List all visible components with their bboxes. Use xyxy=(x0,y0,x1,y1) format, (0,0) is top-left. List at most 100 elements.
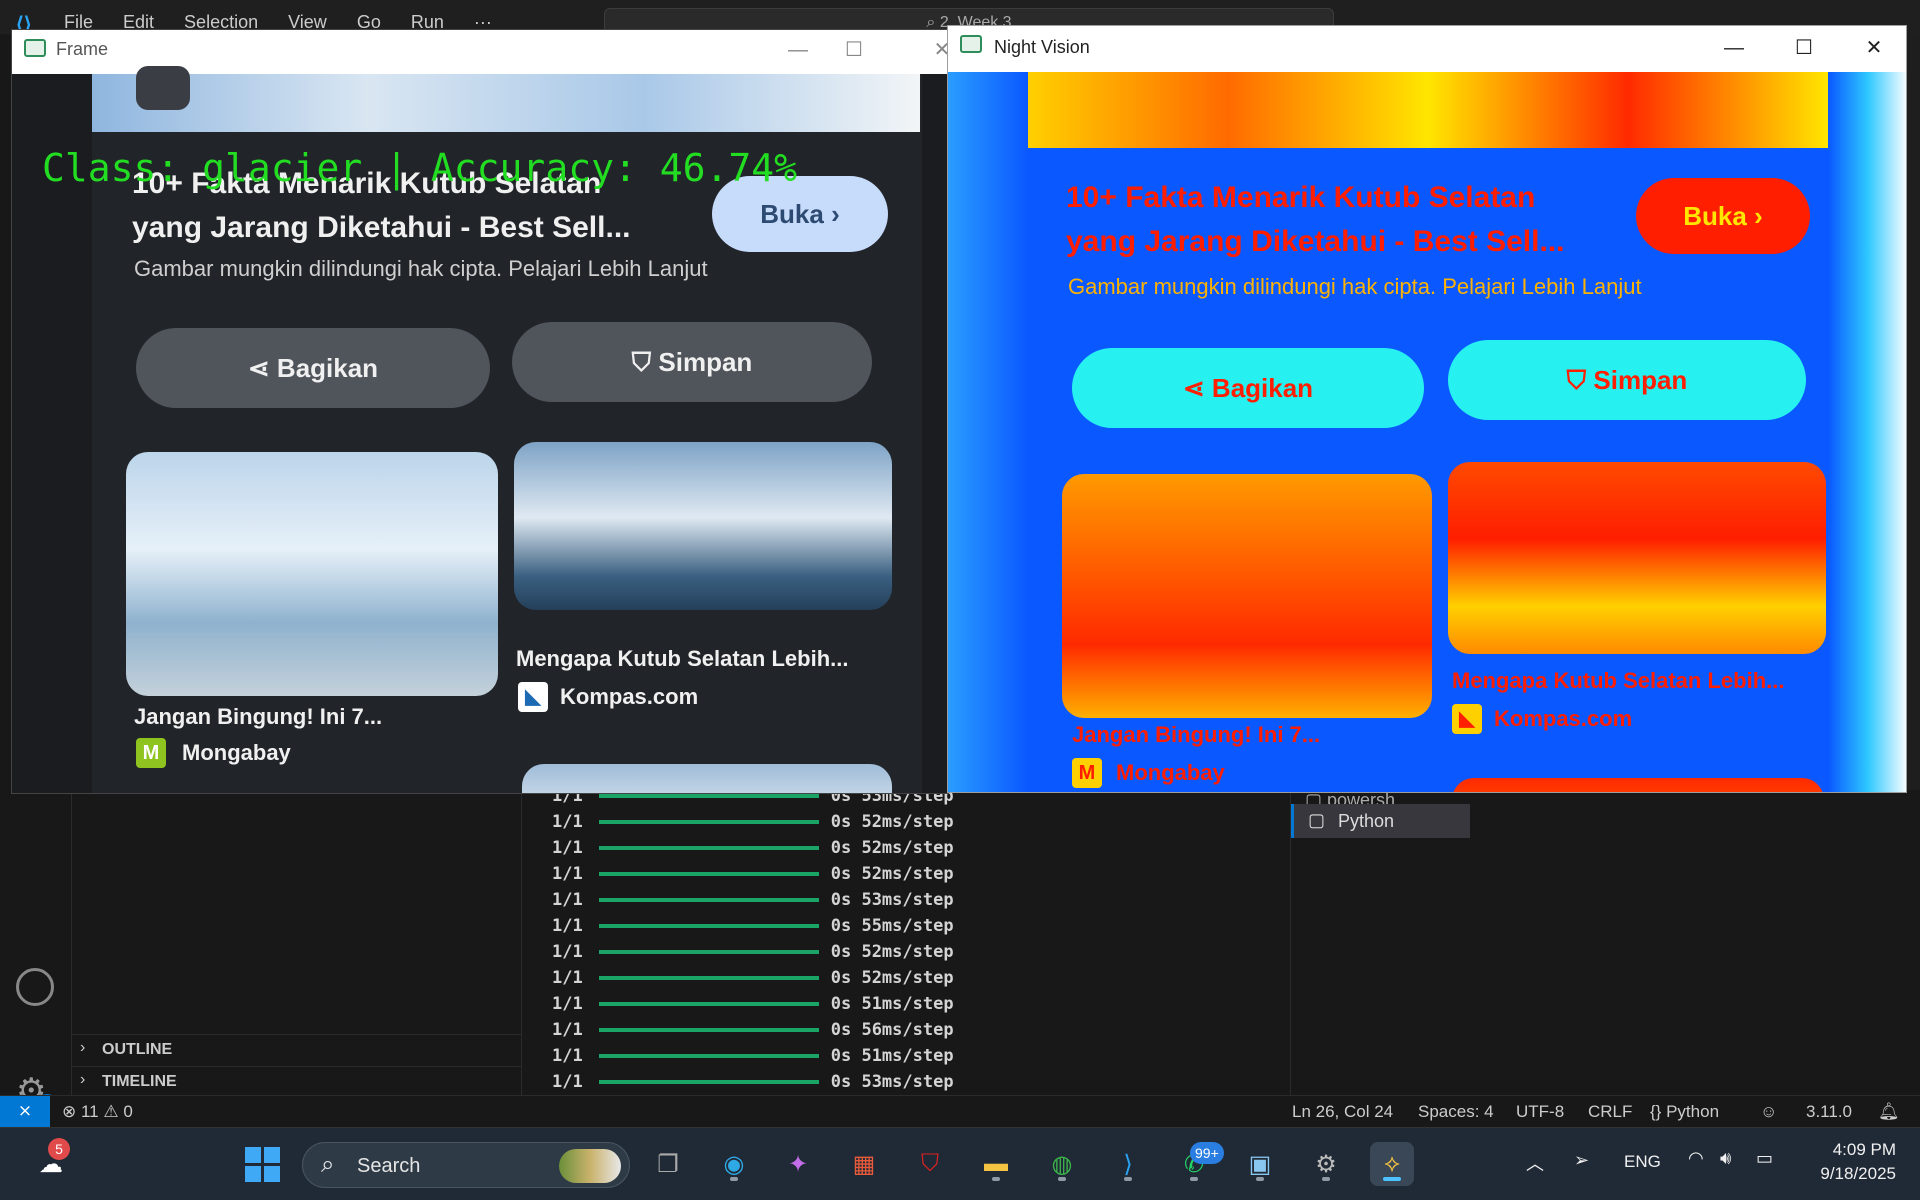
terminal-rate: 53ms/step xyxy=(861,890,954,910)
terminal-line: 1/1 0s 53ms/step xyxy=(552,890,954,916)
night-save-button[interactable]: ⛉ Simpan xyxy=(1448,340,1806,420)
timeline-section[interactable]: › TIMELINE xyxy=(72,1066,522,1096)
frame-save-button[interactable]: ⛉ Simpan xyxy=(512,322,872,402)
battery-icon[interactable]: ▭ xyxy=(1756,1148,1773,1169)
terminal-line: 1/1 0s 52ms/step xyxy=(552,838,954,864)
terminal-time: 0s xyxy=(830,968,852,988)
progress-bar xyxy=(598,898,819,902)
night-vision-window[interactable]: Night Vision — ☐ ✕ 10+ Fakta Menarik Kut… xyxy=(947,25,1907,793)
terminal-rate: 55ms/step xyxy=(861,916,954,936)
terminal-rate: 52ms/step xyxy=(861,838,954,858)
frame-share-button[interactable]: ⋖ Bagikan xyxy=(136,328,490,408)
terminal-item-python[interactable]: ▢ Python xyxy=(1291,804,1471,838)
night-glacier-thumb-2[interactable] xyxy=(1448,462,1826,654)
remote-icon[interactable]: ⨯ xyxy=(0,1096,50,1128)
language-mode[interactable]: {} Python xyxy=(1650,1102,1719,1122)
python-interpreter[interactable]: 3.11.0 xyxy=(1806,1102,1852,1122)
frame-card1-source: Mongabay xyxy=(182,740,291,765)
kompas-logo-icon: ◣ xyxy=(518,682,548,712)
clock[interactable]: 4:09 PM 9/18/2025 xyxy=(1808,1140,1896,1184)
task-view-icon[interactable]: ❐ xyxy=(646,1142,690,1186)
close-icon[interactable]: ✕ xyxy=(1846,28,1902,70)
start-windows-icon[interactable] xyxy=(240,1142,284,1186)
close-icon[interactable]: ✕ xyxy=(914,30,948,72)
copilot-icon[interactable]: ☺ xyxy=(1760,1102,1777,1122)
warning-icon: ⚠ xyxy=(103,1102,124,1121)
mcafee-icon[interactable]: ⛉ xyxy=(908,1142,952,1186)
share-label: Bagikan xyxy=(276,353,379,383)
cursor-position[interactable]: Ln 26, Col 24 xyxy=(1292,1102,1393,1122)
frame-glacier-thumb-3[interactable] xyxy=(522,764,892,793)
night-edge-right xyxy=(1828,72,1906,792)
timeline-label: TIMELINE xyxy=(102,1073,177,1090)
terminal-rate: 56ms/step xyxy=(861,1020,954,1040)
terminal-time: 0s xyxy=(830,812,852,832)
progress-bar xyxy=(598,872,819,876)
night-card1-caption: Jangan Bingung! Ini 7... xyxy=(1072,722,1321,747)
taskbar-search-box[interactable]: ⌕ Search xyxy=(302,1142,630,1188)
chevron-up-icon[interactable]: ︿ xyxy=(1526,1150,1544,1176)
progress-bar xyxy=(598,950,819,954)
terminal-time: 0s xyxy=(830,864,852,884)
night-glacier-thumb-3[interactable] xyxy=(1452,778,1824,792)
terminal-time: 0s xyxy=(830,1072,852,1092)
account-icon[interactable] xyxy=(16,968,54,1006)
chevron-right-icon: › xyxy=(80,1071,86,1088)
snipping-tool-icon[interactable]: ▣ xyxy=(1238,1142,1282,1186)
night-open-button[interactable]: Buka › xyxy=(1636,178,1810,254)
frame-window-title: Frame xyxy=(56,39,109,59)
maximize-icon[interactable]: ☐ xyxy=(826,30,882,72)
volume-icon[interactable]: 🔊︎ xyxy=(1720,1148,1731,1169)
search-label: Search xyxy=(357,1155,421,1177)
language-label: Python xyxy=(1666,1102,1720,1121)
night-vision-titlebar[interactable]: Night Vision — ☐ ✕ xyxy=(948,26,1906,72)
microsoft-store-icon[interactable]: ▦ xyxy=(842,1142,886,1186)
minimize-icon[interactable]: — xyxy=(1706,28,1762,70)
input-language[interactable]: ENG xyxy=(1624,1152,1661,1172)
wifi-icon[interactable]: ◠ xyxy=(1688,1148,1704,1169)
terminal-step: 1/1 xyxy=(552,1046,583,1066)
maximize-icon[interactable]: ☐ xyxy=(1776,28,1832,70)
night-card2-source: Kompas.com xyxy=(1494,706,1633,731)
night-share-button[interactable]: ⋖ Bagikan xyxy=(1072,348,1424,428)
error-count: 11 xyxy=(80,1102,99,1121)
whatsapp-badge: 99+ xyxy=(1190,1142,1224,1164)
frame-window[interactable]: Frame — ☐ ✕ 10+ Fakta Menarik Kutub Sela… xyxy=(11,29,949,794)
file-explorer-icon[interactable]: ▬ xyxy=(974,1142,1018,1186)
edge-icon[interactable]: ◉ xyxy=(712,1142,756,1186)
terminal-step: 1/1 xyxy=(552,942,583,962)
chrome-icon[interactable]: ◍ xyxy=(1040,1142,1084,1186)
search-highlight-icon xyxy=(559,1149,621,1183)
encoding[interactable]: UTF-8 xyxy=(1516,1102,1564,1122)
frame-glacier-thumb-1[interactable] xyxy=(126,452,498,696)
status-bar: ⨯ ⊗ 11 ⚠ 0 Ln 26, Col 24 Spaces: 4 UTF-8… xyxy=(0,1095,1920,1128)
location-arrow-icon[interactable]: ➢ xyxy=(1574,1150,1589,1171)
progress-bar xyxy=(598,1002,819,1006)
chevron-right-icon: › xyxy=(80,1039,86,1056)
terminal-step: 1/1 xyxy=(552,890,583,910)
terminal-time: 0s xyxy=(830,1046,852,1066)
line-ending[interactable]: CRLF xyxy=(1588,1102,1632,1122)
vscode-app-icon[interactable]: ⟩ xyxy=(1106,1142,1150,1186)
copilot-app-icon[interactable]: ✦ xyxy=(776,1142,820,1186)
notifications-bell-icon[interactable]: 🔔︎ xyxy=(1878,1102,1900,1122)
braces-icon: {} xyxy=(1650,1102,1667,1121)
terminal-line: 1/1 0s 56ms/step xyxy=(552,1020,954,1046)
opencv-window-icon xyxy=(24,39,46,57)
night-glacier-thumb-1[interactable] xyxy=(1062,474,1432,718)
error-icon: ⊗ xyxy=(62,1102,81,1121)
problems-indicator[interactable]: ⊗ 11 ⚠ 0 xyxy=(62,1102,133,1122)
indentation[interactable]: Spaces: 4 xyxy=(1418,1102,1494,1122)
settings-gear-icon[interactable]: ⚙ xyxy=(1304,1142,1348,1186)
lens-icon xyxy=(136,66,190,110)
share-label: Bagikan xyxy=(1211,373,1314,403)
outline-section[interactable]: › OUTLINE xyxy=(72,1034,522,1064)
share-icon: ⋖ xyxy=(247,353,277,383)
frame-camera-view: 10+ Fakta Menarik Kutub Selatan yang Jar… xyxy=(12,66,948,793)
terminal-rate: 51ms/step xyxy=(861,994,954,1014)
frame-glacier-thumb-2[interactable] xyxy=(514,442,892,610)
python-app-icon[interactable]: ⟡ xyxy=(1370,1142,1414,1186)
terminal-time: 0s xyxy=(830,942,852,962)
minimize-icon[interactable]: — xyxy=(770,30,826,72)
terminal-time: 0s xyxy=(830,994,852,1014)
